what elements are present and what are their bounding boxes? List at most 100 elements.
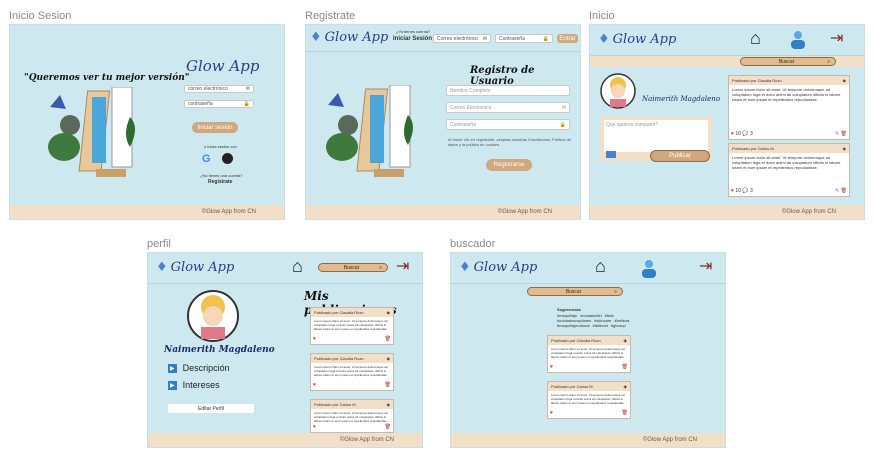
- footer-text: ©Glow App from CN: [642, 437, 697, 443]
- search-input[interactable]: Buscar ⌕: [527, 287, 623, 296]
- mail-icon: ✉: [482, 35, 487, 42]
- alt-login-text: o inicia sesión con: [204, 144, 237, 149]
- like-count: 10: [735, 131, 741, 137]
- home-icon[interactable]: ⌂: [292, 256, 303, 277]
- heart-icon[interactable]: ♥: [731, 188, 734, 194]
- register-password-input[interactable]: Contraseña 🔒: [446, 119, 570, 130]
- comment-icon[interactable]: 💬: [742, 131, 748, 137]
- logo-text: Glow App: [473, 260, 538, 275]
- edit-profile-button[interactable]: Editar Perfil: [168, 404, 254, 413]
- mail-icon: ✉: [561, 104, 566, 111]
- heart-icon[interactable]: ♥: [313, 336, 316, 342]
- comment-icon[interactable]: 💬: [742, 188, 748, 194]
- home-search-input[interactable]: Buscar ⌕: [740, 57, 836, 66]
- search-header: ♦ Glow App ⌂ ⇥: [451, 253, 725, 284]
- collage-illustration: [48, 87, 135, 177]
- edit-icon[interactable]: ✎: [835, 188, 839, 194]
- composer-input[interactable]: Que quieres compartir?: [604, 120, 708, 152]
- logout-icon[interactable]: ⇥: [699, 256, 712, 276]
- name-input[interactable]: Nombre Completo: [446, 85, 570, 96]
- heart-icon[interactable]: ♥: [313, 382, 316, 388]
- trash-icon[interactable]: 🗑: [841, 188, 847, 194]
- google-icon[interactable]: G: [202, 153, 211, 165]
- logo-text: Glow App: [186, 57, 260, 75]
- github-icon[interactable]: [222, 153, 233, 164]
- trash-icon[interactable]: 🗑: [841, 131, 847, 137]
- suggestion-tag[interactable]: #maquillajenatural: [557, 323, 589, 328]
- heart-icon[interactable]: ♥: [550, 410, 553, 416]
- password-placeholder: Contraseña: [499, 35, 525, 42]
- trash-icon[interactable]: 🗑: [385, 382, 391, 388]
- trash-icon[interactable]: 🗑: [385, 424, 391, 430]
- register-button[interactable]: Registrarse: [486, 159, 532, 171]
- terms-text: Al hacer clic en registrarte, aceptas nu…: [448, 137, 571, 147]
- avatar: [187, 290, 239, 342]
- description-toggle[interactable]: ▶ Descripción: [168, 363, 230, 373]
- register-email-input[interactable]: Correo Electronico ✉: [446, 102, 570, 113]
- interests-toggle[interactable]: ▶ Intereses: [168, 380, 220, 390]
- login-email-input[interactable]: correo electrónico ✉: [184, 85, 254, 93]
- search-placeholder: Buscar: [565, 288, 582, 295]
- post-text: Lorem ipsum dolor sit amet. Ut tempore d…: [314, 365, 388, 377]
- email-placeholder: Correo Electronico: [450, 104, 492, 111]
- user-icon[interactable]: [641, 258, 657, 278]
- author-avatar-icon: ◉: [842, 78, 847, 83]
- post-actions: ♥ 🗑: [313, 336, 391, 342]
- register-header: ♦ Glow App ¿Ya tienes cuenta? Iniciar Se…: [306, 25, 580, 52]
- logo-text: Glow App: [170, 260, 235, 275]
- like-count: 10: [735, 188, 741, 194]
- play-icon: ▶: [168, 363, 177, 373]
- register-link[interactable]: Regístrate: [208, 179, 232, 185]
- post-text: Lorem ipsum dolor sit amet. Ut tempore d…: [314, 319, 388, 331]
- home-footer: ©Glow App from CN: [590, 205, 864, 219]
- password-placeholder: contraseña: [188, 101, 213, 107]
- login-button[interactable]: Iniciar sesión: [192, 122, 238, 133]
- diamond-icon: ♦: [310, 30, 322, 45]
- post-text: Lorem ipsum dolor sit amet. Ut tempore d…: [314, 411, 388, 423]
- post-author: Publicado por Claudia Rozo: [551, 338, 601, 343]
- trash-icon[interactable]: 🗑: [622, 364, 628, 370]
- suggestion-tag[interactable]: #glowup: [611, 323, 626, 328]
- publish-button[interactable]: Publicar: [650, 150, 710, 162]
- post-card: Publicado por Claudia Rozo ◉ Lorem ipsum…: [728, 75, 850, 140]
- profile-frame: ♦ Glow App ⌂ Buscar ⌕ ⇥ Naimerith Magdal…: [147, 252, 423, 448]
- profile-search-input[interactable]: Buscar ⌕: [318, 263, 388, 272]
- diamond-icon: ♦: [156, 260, 168, 275]
- search-placeholder: Buscar: [343, 264, 360, 271]
- user-icon[interactable]: [790, 29, 806, 49]
- trash-icon[interactable]: 🗑: [385, 336, 391, 342]
- author-avatar-icon: ◉: [842, 146, 847, 151]
- author-avatar-icon: ◉: [386, 402, 391, 407]
- profile-user-name: Naimerith Magdaleno: [164, 345, 275, 355]
- profile-footer: ©Glow App from CN: [148, 433, 422, 447]
- collage-illustration: [326, 85, 413, 177]
- register-footer: ©Glow App from CN: [306, 205, 580, 219]
- header-password-input[interactable]: Contraseña 🔒: [495, 34, 553, 43]
- home-icon[interactable]: ⌂: [750, 28, 761, 49]
- login-password-input[interactable]: contraseña 🔒: [184, 100, 254, 108]
- search-icon: ⌕: [379, 264, 382, 271]
- register-frame: ♦ Glow App ¿Ya tienes cuenta? Iniciar Se…: [305, 24, 581, 220]
- header-email-input[interactable]: Correo electrónico ✉: [433, 34, 491, 43]
- search-footer: ©Glow App from CN: [451, 433, 725, 447]
- post-card: Publicado por Claudia Rozo ◉ Lorem ipsum…: [547, 335, 631, 373]
- suggestions-title: Sugerencias: [557, 307, 581, 312]
- logo-text: Glow App: [324, 30, 389, 45]
- mail-icon: ✉: [245, 86, 250, 92]
- post-actions: ♥ 10 💬 3 ✎ 🗑: [731, 131, 847, 137]
- trash-icon[interactable]: 🗑: [622, 410, 628, 416]
- logout-icon[interactable]: ⇥: [830, 28, 843, 48]
- enter-button[interactable]: Entrar: [557, 34, 578, 43]
- home-icon[interactable]: ⌂: [595, 256, 606, 277]
- heart-icon[interactable]: ♥: [550, 364, 553, 370]
- login-label: Iniciar Sesión: [393, 36, 433, 42]
- heart-icon[interactable]: ♥: [731, 131, 734, 137]
- frame-label-search: buscador: [450, 238, 496, 250]
- logout-icon[interactable]: ⇥: [396, 256, 409, 276]
- heart-icon[interactable]: ♥: [313, 424, 316, 430]
- search-placeholder: Buscar: [778, 58, 795, 65]
- suggestion-tag[interactable]: #tallerad: [592, 323, 607, 328]
- post-card: Publicado por Claudia Rozo ◉ Lorem ipsum…: [310, 353, 394, 391]
- edit-icon[interactable]: ✎: [835, 131, 839, 137]
- image-icon[interactable]: [606, 151, 616, 158]
